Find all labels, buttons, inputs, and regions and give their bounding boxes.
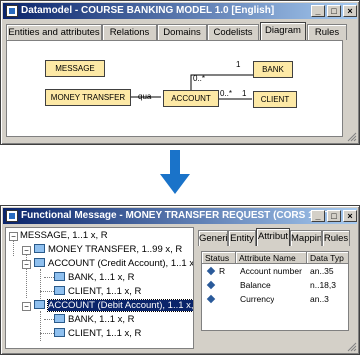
tree-item-label: BANK, 1..1 x, R bbox=[68, 314, 135, 325]
minimize-button[interactable]: _ bbox=[311, 210, 325, 222]
tab-domains[interactable]: Domains bbox=[157, 24, 207, 40]
tab-attribute[interactable]: Attribut bbox=[256, 228, 290, 246]
entity-icon bbox=[54, 272, 65, 281]
collapse-toggle[interactable]: − bbox=[9, 232, 18, 241]
maximize-button[interactable]: □ bbox=[327, 5, 341, 17]
attribute-table[interactable]: Status Attribute Name Data Typ R Account… bbox=[201, 251, 349, 331]
tree-item-label: MONEY TRANSFER, 1..99 x, R bbox=[48, 244, 183, 255]
column-header-attribute-name[interactable]: Attribute Name bbox=[236, 252, 307, 264]
column-header-data-type[interactable]: Data Typ bbox=[307, 252, 348, 264]
diagram-node-account[interactable]: ACCOUNT bbox=[163, 90, 219, 107]
tree-guide bbox=[40, 311, 41, 341]
tree-guide bbox=[44, 277, 54, 278]
tree-item-credit-client[interactable]: CLIENT, 1..1 x, R bbox=[54, 285, 141, 299]
entity-icon bbox=[54, 328, 65, 337]
tree-item-label: ACCOUNT (Credit Account), 1..1 x, R bbox=[48, 258, 194, 269]
data-type-cell: n..18,3 bbox=[310, 280, 336, 290]
collapse-toggle[interactable]: − bbox=[22, 246, 31, 255]
tab-mapping[interactable]: Mappin bbox=[290, 230, 322, 246]
tab-rules[interactable]: Rules bbox=[322, 230, 350, 246]
tree-guide bbox=[40, 269, 41, 299]
tree-item-debit-account[interactable]: ACCOUNT (Debit Account), 1..1 x, R bbox=[34, 299, 193, 313]
table-row[interactable]: Balance n..18,3 bbox=[202, 279, 348, 292]
close-button[interactable]: × bbox=[343, 210, 357, 222]
attribute-icon bbox=[206, 280, 216, 290]
datamodel-window: Datamodel - COURSE BANKING MODEL 1.0 [En… bbox=[0, 0, 360, 145]
tree-guide bbox=[40, 333, 54, 334]
diagram-node-message[interactable]: MESSAGE bbox=[45, 60, 105, 77]
diagram-node-bank[interactable]: BANK bbox=[253, 61, 293, 78]
label-one-bank: 1 bbox=[236, 60, 241, 69]
entity-icon bbox=[34, 258, 45, 267]
tree-item-credit-account[interactable]: ACCOUNT (Credit Account), 1..1 x, R bbox=[34, 257, 194, 271]
resize-grip-bottom[interactable] bbox=[345, 340, 357, 352]
tree-item-message[interactable]: MESSAGE, 1..1 x, R bbox=[20, 229, 108, 243]
label-zero-star-client: 0..* bbox=[220, 89, 233, 98]
label-qua: qua bbox=[138, 92, 152, 101]
entity-icon bbox=[54, 314, 65, 323]
diagram-canvas[interactable]: MESSAGE MONEY TRANSFER ACCOUNT BANK CLIE… bbox=[6, 40, 343, 137]
datamodel-titlebar[interactable]: Datamodel - COURSE BANKING MODEL 1.0 [En… bbox=[3, 3, 357, 19]
tab-rules[interactable]: Rules bbox=[307, 24, 347, 40]
tree-item-label: BANK, 1..1 x, R bbox=[68, 272, 135, 283]
window-buttons: _ □ × bbox=[311, 208, 357, 224]
entity-icon bbox=[34, 244, 45, 253]
app-icon bbox=[6, 210, 18, 222]
tab-general[interactable]: Generi bbox=[198, 230, 228, 246]
tab-entity[interactable]: Entity bbox=[228, 230, 256, 246]
message-tree[interactable]: − MESSAGE, 1..1 x, R − MONEY TRANSFER, 1… bbox=[5, 227, 194, 349]
label-zero-star-top: 0..* bbox=[193, 74, 206, 83]
resize-grip-top[interactable] bbox=[345, 130, 357, 142]
tree-item-label: MESSAGE, 1..1 x, R bbox=[20, 230, 108, 241]
collapse-toggle[interactable]: − bbox=[22, 302, 31, 311]
diagram-node-money-transfer[interactable]: MONEY TRANSFER bbox=[45, 89, 131, 106]
key-attribute-icon bbox=[206, 266, 216, 276]
app-icon bbox=[6, 5, 18, 17]
tab-diagram[interactable]: Diagram bbox=[260, 22, 306, 40]
attribute-name-cell: Account number bbox=[240, 266, 302, 276]
functional-message-window: Functional Message - MONEY TRANSFER REQU… bbox=[0, 205, 360, 355]
tree-item-debit-bank[interactable]: BANK, 1..1 x, R bbox=[54, 313, 135, 327]
window-buttons: _ □ × bbox=[311, 3, 357, 19]
diagram-node-client[interactable]: CLIENT bbox=[253, 91, 297, 108]
label-one-client: 1 bbox=[242, 89, 247, 98]
functional-message-title: Functional Message - MONEY TRANSFER REQU… bbox=[21, 210, 357, 221]
close-button[interactable]: × bbox=[343, 5, 357, 17]
status-cell: R bbox=[219, 266, 226, 276]
tree-item-money-transfer[interactable]: MONEY TRANSFER, 1..99 x, R bbox=[34, 243, 182, 257]
attribute-name-cell: Currency bbox=[240, 294, 275, 304]
tab-codelists[interactable]: Codelists bbox=[207, 24, 259, 40]
entity-icon bbox=[54, 286, 65, 295]
tree-item-credit-bank[interactable]: BANK, 1..1 x, R bbox=[54, 271, 135, 285]
tree-guide bbox=[13, 241, 14, 256]
maximize-button[interactable]: □ bbox=[327, 210, 341, 222]
datamodel-title: Datamodel - COURSE BANKING MODEL 1.0 [En… bbox=[21, 5, 275, 16]
tree-guide bbox=[44, 319, 54, 320]
attribute-name-cell: Balance bbox=[240, 280, 271, 290]
tree-item-label: CLIENT, 1..1 x, R bbox=[68, 328, 142, 339]
collapse-toggle[interactable]: − bbox=[22, 260, 31, 269]
table-row[interactable]: R Account number an..35 bbox=[202, 265, 348, 278]
tree-item-label: ACCOUNT (Debit Account), 1..1 x, R bbox=[46, 299, 193, 312]
tab-entities-and-attributes[interactable]: Entities and attributes bbox=[6, 24, 102, 40]
minimize-button[interactable]: _ bbox=[311, 5, 325, 17]
tree-item-debit-client[interactable]: CLIENT, 1..1 x, R bbox=[54, 327, 141, 341]
column-header-status[interactable]: Status bbox=[202, 252, 236, 264]
table-row[interactable]: Currency an..3 bbox=[202, 293, 348, 306]
data-type-cell: an..35 bbox=[310, 266, 334, 276]
functional-message-titlebar[interactable]: Functional Message - MONEY TRANSFER REQU… bbox=[3, 208, 357, 224]
data-type-cell: an..3 bbox=[310, 294, 329, 304]
tree-item-label: CLIENT, 1..1 x, R bbox=[68, 286, 142, 297]
down-arrow-icon bbox=[160, 150, 190, 194]
tree-guide bbox=[40, 291, 54, 292]
entity-icon bbox=[34, 300, 45, 309]
attribute-icon bbox=[206, 294, 216, 304]
tab-relations[interactable]: Relations bbox=[102, 24, 157, 40]
